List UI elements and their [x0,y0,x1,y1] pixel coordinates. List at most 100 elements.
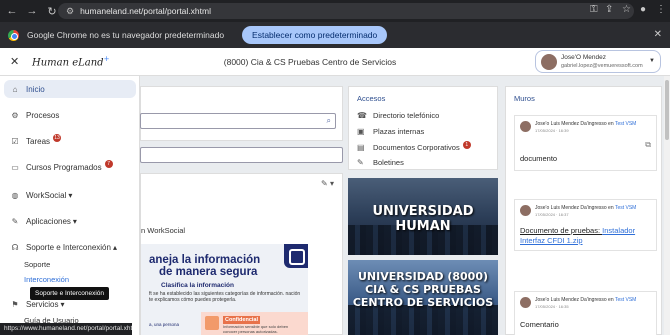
star-icon[interactable]: ☆ [622,4,631,15]
set-default-button[interactable]: Establecer como predeterminado [242,26,388,44]
wall-post: Jose'o Luis Mendez Da'ingresso en Test V… [514,291,657,335]
security-poster-image: aneja la información de manera segura Cl… [141,244,308,335]
profile-icon[interactable]: ● [640,4,646,15]
services-icon: ⚑ [11,299,19,309]
chevron-down-icon: ▾ [60,299,65,309]
documentos-badge: 1 [462,141,471,149]
search-icon[interactable]: ⌕ [327,116,331,126]
forward-icon[interactable]: → [24,3,40,19]
lock-icon [205,316,219,330]
home-icon: ⌂ [12,84,18,94]
scrollbar-thumb[interactable] [665,80,669,140]
post-date: 17/05/2024 · 16:37 [535,212,569,217]
network-icon: ⚙ [11,110,19,120]
poster-footer: a, una persona [149,322,180,327]
poster-confidential-text: Información sensible que solo deben cono… [223,324,289,334]
card-tools: ✎ ▾ [321,179,334,188]
book-icon: ▭ [11,162,19,172]
sidebar-sub-soporte[interactable]: Soporte [24,260,50,269]
sidebar-item-worksocial[interactable]: ◍ WorkSocial ▾ [4,186,136,204]
tareas-badge: 13 [53,134,62,142]
post-date: 17/05/2024 · 16:39 [535,128,569,133]
avatar [520,121,531,132]
avatar [520,205,531,216]
universidad-human-banner[interactable]: UNIVERSIDAD HUMAN [348,178,498,255]
sidebar-item-cursos[interactable]: ▭ Cursos Programados 7 [4,158,136,176]
phone-book-icon: ☎ [357,111,367,120]
browser-toolbar: ← → ↻ ⚙ humaneland.net/portal/portal.xht… [0,0,670,22]
worksocial-card: ✎ ▾ n WorkSocial aneja la información de… [140,173,343,335]
search-input[interactable]: ⌕ [140,113,336,129]
folder-icon: ▤ [357,143,365,152]
post-author: Jose'o Luis Mendez Da'ingresso en Test V… [535,205,637,211]
sidebar-item-tareas[interactable]: ☑ Tareas 13 [4,132,136,150]
checkbox-icon: ☑ [11,136,19,146]
chevron-down-icon: ▾ [72,216,77,226]
accesos-panel: Accesos ☎ Directorio telefónico ▣ Plazas… [348,86,498,170]
cursos-badge: 7 [104,160,113,168]
wall-post: Jose'o Luis Mendez Da'ingresso en Test V… [514,199,657,251]
poster-logo-icon [284,244,308,268]
post-date: 17/05/2024 · 16:35 [535,304,569,309]
address-bar[interactable]: ⚙ humaneland.net/portal/portal.xhtml [58,3,634,19]
avatar [520,297,531,308]
acceso-directorio[interactable]: ☎ Directorio telefónico [357,111,439,120]
post-content: Comentario [520,320,559,329]
poster-confidential-title: Confidencial [223,316,261,324]
acceso-plazas[interactable]: ▣ Plazas internas [357,127,424,136]
post-content: Documento de pruebas: Instalador Interfa… [520,226,636,245]
site-info-icon[interactable]: ⚙ [66,6,74,17]
headset-icon: ☊ [11,242,19,252]
more-icon[interactable]: ⋮ [656,4,666,15]
user-email: gabriel.lopez@vemueressoft.com [561,63,643,69]
post-content: documento [520,154,558,163]
delete-icon[interactable]: ▾ [330,179,334,188]
muros-panel: Muros Jose'o Luis Mendez Da'ingresso en … [505,86,662,335]
muros-title: Muros [514,94,535,103]
share-icon[interactable]: ⇪ [605,4,613,15]
user-menu[interactable]: Jose'O Mendez gabriel.lopez@vemueressoft… [535,50,661,73]
universidad-cia-banner[interactable]: UNIVERSIDAD (8000) CIA & CS PRUEBAS CENT… [348,260,498,335]
default-browser-infobar: Google Chrome no es tu navegador predete… [0,22,670,48]
acceso-documentos[interactable]: ▤ Documentos Corporativos 1 [357,141,471,152]
accesos-title: Accesos [357,94,386,103]
url-text: humaneland.net/portal/portal.xhtml [80,6,211,16]
infobar-text: Google Chrome no es tu navegador predete… [27,30,225,40]
briefcase-icon: ▣ [357,127,365,136]
filter-input[interactable] [140,147,343,163]
chrome-icon [8,29,19,41]
globe-icon: ◍ [11,190,19,200]
poster-subtitle: Clasifica la información [161,282,234,289]
worksocial-label: n WorkSocial [141,226,186,235]
tooltip: Soporte e Interconexión [30,287,110,300]
user-name: Jose'O Mendez [561,54,606,61]
chevron-up-icon: ▴ [112,242,117,252]
edit-icon: ✎ [357,158,364,167]
sidebar-item-aplicaciones[interactable]: ✎ Aplicaciones ▾ [4,212,136,230]
avatar [541,54,557,70]
wrench-icon: ✎ [11,216,19,226]
infobar-close-icon[interactable]: ✕ [654,29,662,40]
edit-icon[interactable]: ✎ [321,179,328,188]
sidebar-item-inicio[interactable]: ⌂ Inicio [4,80,136,98]
banner2-text: UNIVERSIDAD (8000) CIA & CS PRUEBAS CENT… [352,270,494,309]
sidebar-item-soporte[interactable]: ☊ Soporte e Interconexión ▴ [4,238,136,256]
company-title: (8000) Cia & CS Pruebas Centro de Servic… [223,57,397,67]
attachment-icon[interactable]: ⧉ [645,140,651,150]
sidebar-sub-interconexion[interactable]: Interconexión [24,275,69,284]
status-url: https://www.humaneland.net/portal/portal… [0,323,132,335]
key-icon[interactable]: ⚿ [590,4,598,15]
wall-post: Jose'o Luis Mendez Da'ingresso en Test V… [514,115,657,171]
city-skyline [348,305,498,335]
poster-heading: aneja la información de manera segura [149,254,261,278]
poster-body: ft se ha establecido las siguientes cate… [149,291,301,303]
post-author: Jose'o Luis Mendez Da'ingresso en Test V… [535,297,637,303]
post-author: Jose'o Luis Mendez Da'ingresso en Test V… [535,121,637,127]
sidebar-item-procesos[interactable]: ⚙ Procesos [4,106,136,124]
chevron-down-icon: ▼ [649,58,655,64]
app-header: ✕ Human eLand+ (8000) Cia & CS Pruebas C… [0,48,670,76]
back-icon[interactable]: ← [4,3,20,19]
acceso-boletines[interactable]: ✎ Boletines [357,158,404,167]
chevron-down-icon: ▾ [68,190,73,200]
banner1-text: UNIVERSIDAD HUMAN [372,204,474,234]
